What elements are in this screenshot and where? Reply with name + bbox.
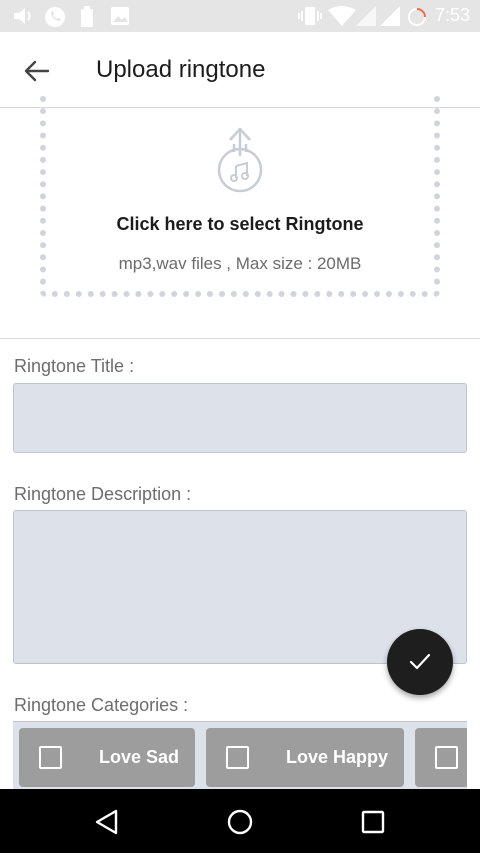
signal-icon [356,6,376,26]
arrow-left-icon [24,60,50,82]
ringtone-description-label: Ringtone Description : [14,484,192,504]
ringtone-categories-label: Ringtone Categories : [14,695,189,715]
phone-icon [45,7,65,27]
nav-home-button[interactable] [223,805,257,839]
category-label: Love Happy [286,747,389,767]
ringtone-title-input[interactable] [13,383,467,453]
image-icon [111,7,129,25]
divider [0,338,480,339]
status-bar: 7:53 [0,0,480,32]
signal-icon [380,6,400,26]
category-chip-love-sad[interactable]: Love Sad [19,728,195,787]
check-icon [409,653,431,670]
upload-title: Click here to select Ringtone [116,214,364,234]
page-title: Upload ringtone [96,56,266,83]
battery-saver-icon [81,6,93,27]
category-label: Love Sad [99,747,180,767]
checkbox[interactable] [226,746,249,769]
submit-button[interactable] [387,629,453,695]
nav-back-button[interactable] [89,805,123,839]
triangle-back-icon [95,809,118,835]
nav-recents-button[interactable] [356,805,390,839]
category-chip[interactable] [415,728,467,787]
checkbox[interactable] [435,746,458,769]
battery-icon [408,8,426,26]
wifi-icon [328,6,356,26]
upload-hint: mp3,wav files , Max size : 20MB [118,254,362,273]
categories-list[interactable]: Love Sad Love Happy [13,721,467,789]
ringtone-upload-area[interactable]: Click here to select Ringtone mp3,wav fi… [40,96,440,297]
square-recents-icon [361,810,385,834]
music-upload-icon [217,127,263,193]
circle-home-icon [227,809,253,835]
vibrate-icon [298,7,322,25]
navigation-bar [0,789,480,853]
back-button[interactable] [18,52,56,90]
status-time: 7:53 [434,5,470,25]
category-chip-love-happy[interactable]: Love Happy [206,728,404,787]
ringtone-title-label: Ringtone Title : [14,356,135,376]
sound-icon [14,8,31,24]
checkbox[interactable] [39,746,62,769]
